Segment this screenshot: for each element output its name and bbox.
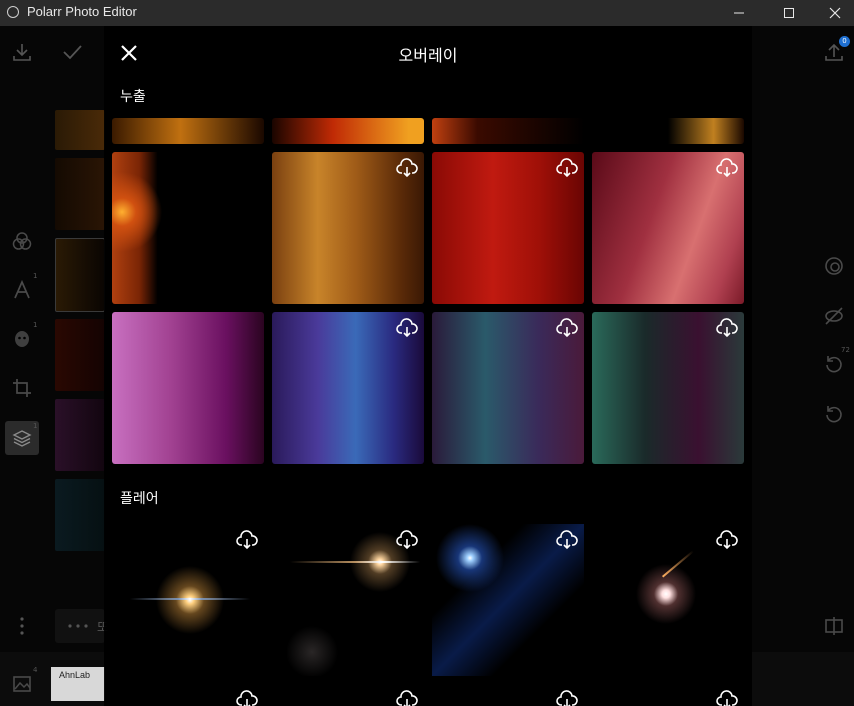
right-tool-1[interactable]: [822, 254, 846, 278]
close-icon: [829, 7, 841, 19]
face-icon: [15, 331, 29, 347]
face-tool[interactable]: [10, 327, 34, 351]
cloud-download-icon: [556, 318, 578, 338]
preset-thumbnail[interactable]: [55, 158, 105, 230]
flare-overlay-tile[interactable]: [592, 524, 744, 676]
ahnlab-thumbnail[interactable]: AhnLab: [51, 667, 105, 701]
flare-overlay-tile[interactable]: [272, 524, 424, 676]
crop-icon: [13, 379, 31, 397]
undo-button[interactable]: [822, 402, 846, 426]
cloud-download-icon: [716, 690, 738, 706]
leak-overlay-tile[interactable]: [432, 152, 584, 304]
more-menu-button[interactable]: [10, 614, 34, 638]
more-horizontal-icon: [68, 624, 88, 628]
leak-overlay-tile[interactable]: [432, 312, 584, 464]
history-button[interactable]: [822, 352, 846, 376]
leak-overlay-tile[interactable]: [272, 312, 424, 464]
section-title-leak: 누출: [120, 89, 146, 105]
leak-overlay-tile[interactable]: [592, 118, 744, 144]
gallery-button[interactable]: [10, 672, 34, 696]
flare-overlay-tile[interactable]: [112, 684, 264, 706]
preset-thumbnail[interactable]: [55, 319, 105, 391]
cloud-download-icon: [716, 530, 738, 550]
overlay-panel: 오버레이 누출 플레어: [104, 26, 752, 706]
image-icon: [13, 676, 31, 692]
bottom-options-panel[interactable]: 또: [55, 609, 108, 643]
text-tool[interactable]: [10, 278, 34, 302]
window-titlebar: Polarr Photo Editor: [0, 0, 854, 26]
maximize-button[interactable]: [766, 0, 812, 26]
cloud-download-icon: [396, 318, 418, 338]
leak-overlay-tile[interactable]: [112, 152, 264, 304]
leak-overlay-tile[interactable]: [592, 152, 744, 304]
leak-overlay-tile[interactable]: [112, 118, 264, 144]
preset-thumbnail-selected[interactable]: [55, 238, 105, 312]
cloud-download-icon: [236, 690, 258, 706]
window-title: Polarr Photo Editor: [27, 4, 137, 19]
minimize-button[interactable]: [716, 0, 762, 26]
section-title-flare: 플레어: [120, 491, 159, 507]
gallery-badge: 4: [33, 666, 38, 674]
history-icon: [826, 356, 842, 373]
more-vertical-icon: [20, 617, 24, 635]
confirm-button[interactable]: [60, 40, 84, 64]
preset-thumbnail[interactable]: [55, 399, 105, 471]
close-window-button[interactable]: [812, 0, 854, 26]
leak-overlay-tile[interactable]: [432, 118, 584, 144]
undo-icon: [826, 406, 842, 423]
layers-tool-badge: 1: [33, 422, 38, 430]
upload-badge: 0: [839, 36, 850, 47]
cloud-download-icon: [396, 530, 418, 550]
text-tool-badge: 1: [33, 272, 38, 280]
hide-toggle[interactable]: [822, 304, 846, 328]
flare-overlay-tile[interactable]: [112, 524, 264, 676]
app-icon: [7, 6, 19, 18]
cloud-download-icon: [396, 158, 418, 178]
text-icon: [14, 279, 30, 299]
checkmark-icon: [63, 45, 82, 60]
history-count: 72: [841, 346, 850, 354]
maximize-icon: [784, 8, 794, 18]
color-circles-icon: [12, 232, 32, 250]
flare-overlay-tile[interactable]: [272, 684, 424, 706]
flare-overlay-tile[interactable]: [432, 524, 584, 676]
filters-tool[interactable]: [10, 229, 34, 253]
cloud-download-icon: [716, 158, 738, 178]
cloud-download-icon: [236, 530, 258, 550]
ahnlab-label: AhnLab: [59, 670, 91, 680]
eye-off-icon: [825, 307, 843, 325]
leak-overlay-tile[interactable]: [272, 152, 424, 304]
download-button[interactable]: [10, 40, 34, 64]
face-tool-badge: 1: [33, 321, 38, 329]
preset-thumbnail[interactable]: [55, 110, 105, 150]
crop-tool[interactable]: [10, 376, 34, 400]
flare-overlay-tile[interactable]: [432, 684, 584, 706]
cloud-download-icon: [556, 530, 578, 550]
flare-overlay-tile[interactable]: [592, 684, 744, 706]
compare-button[interactable]: [822, 614, 846, 638]
compare-icon: [825, 617, 843, 635]
leak-overlay-tile[interactable]: [272, 118, 424, 144]
cloud-download-icon: [716, 318, 738, 338]
layers-icon: [12, 430, 32, 447]
download-icon: [13, 44, 31, 61]
cloud-download-icon: [556, 690, 578, 706]
spiral-icon: [825, 257, 843, 275]
preset-thumbnail[interactable]: [55, 479, 105, 551]
cloud-download-icon: [396, 690, 418, 706]
minimize-icon: [734, 12, 744, 14]
leak-overlay-tile[interactable]: [112, 312, 264, 464]
cloud-download-icon: [556, 158, 578, 178]
overlay-title: 오버레이: [398, 46, 458, 65]
leak-overlay-tile[interactable]: [592, 312, 744, 464]
